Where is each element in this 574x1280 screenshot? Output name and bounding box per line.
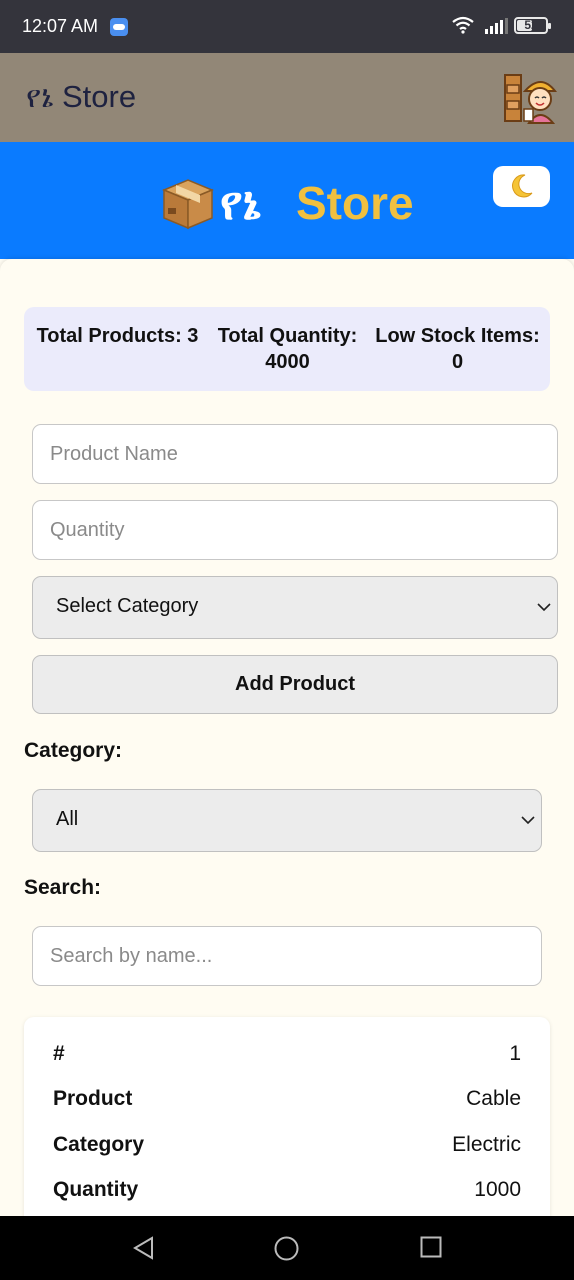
row-key: # <box>53 1042 65 1065</box>
row-value: Electric <box>452 1133 521 1156</box>
signal-icon <box>485 18 508 34</box>
category-filter-label: Category: <box>24 739 123 762</box>
quantity-input[interactable] <box>32 500 558 560</box>
add-product-button[interactable]: Add Product <box>32 655 558 714</box>
main-content: Total Products: 3 Total Quantity: 4000 L… <box>0 259 574 1237</box>
stat-total-quantity: Total Quantity: 4000 <box>217 325 358 373</box>
stat-low-stock: Low Stock Items: 0 <box>375 325 540 373</box>
hero-title-store: Store <box>296 177 414 229</box>
theme-toggle-button[interactable] <box>493 166 550 207</box>
back-icon[interactable] <box>132 1236 156 1260</box>
chevron-down-icon <box>537 603 551 612</box>
package-icon <box>162 179 214 230</box>
category-select[interactable]: Select Category <box>32 576 558 639</box>
category-filter-select[interactable]: All <box>32 789 542 852</box>
chevron-down-icon <box>521 816 535 825</box>
product-row-index: # 1 <box>53 1042 521 1070</box>
hero-header: የኔ Store <box>0 142 574 259</box>
category-filter-value: All <box>56 808 79 830</box>
product-row-name: Product Cable <box>53 1087 521 1115</box>
stats-panel: Total Products: 3 Total Quantity: 4000 L… <box>24 307 550 391</box>
moon-icon <box>512 174 533 198</box>
recents-icon[interactable] <box>420 1236 442 1258</box>
hero-title-amharic: የኔ <box>220 177 261 229</box>
row-key: Category <box>53 1133 145 1156</box>
product-row-quantity: Quantity 1000 <box>53 1178 521 1206</box>
product-card: # 1 Product Cable Category Electric Quan… <box>24 1017 550 1237</box>
home-icon[interactable] <box>274 1236 299 1261</box>
battery-icon: 52 <box>514 17 551 34</box>
battery-level: 52 <box>524 18 538 32</box>
status-time: 12:07 AM <box>22 16 99 36</box>
app-bar-title: የኔ Store <box>26 79 137 114</box>
wifi-icon <box>452 16 474 34</box>
product-name-input[interactable] <box>32 424 558 484</box>
search-input[interactable] <box>32 926 542 986</box>
worker-avatar-icon <box>504 74 557 124</box>
row-value: Cable <box>466 1087 521 1110</box>
row-key: Quantity <box>53 1178 139 1201</box>
status-bar: 12:07 AM 52 <box>0 0 574 53</box>
search-label: Search: <box>24 876 102 899</box>
app-bar: የኔ Store <box>0 53 574 142</box>
product-row-category: Category Electric <box>53 1133 521 1161</box>
stat-total-products: Total Products: 3 <box>36 325 199 347</box>
row-value: 1 <box>509 1042 521 1065</box>
row-value: 1000 <box>474 1178 521 1201</box>
cloud-icon <box>110 18 128 36</box>
row-key: Product <box>53 1087 133 1110</box>
system-nav-bar <box>0 1216 574 1280</box>
category-select-value: Select Category <box>56 595 199 617</box>
